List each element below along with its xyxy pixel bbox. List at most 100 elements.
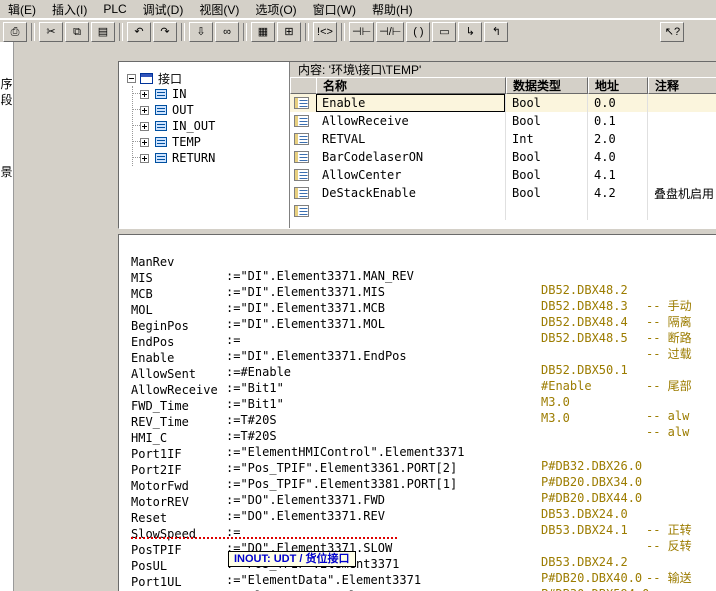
code-line[interactable]: MIS :="DI".Element3371.MIS DB52.DBX48.3 … bbox=[119, 257, 716, 273]
expand-icon[interactable] bbox=[140, 138, 149, 147]
monitor-button[interactable]: ∞ bbox=[215, 22, 239, 42]
copy-icon: ⧉ bbox=[73, 27, 81, 38]
expand-icon[interactable] bbox=[140, 106, 149, 115]
row-datatype[interactable] bbox=[506, 202, 588, 220]
row-comment[interactable] bbox=[648, 112, 716, 130]
code-line[interactable]: HMI_C :="ElementHMIControl".Element3371 … bbox=[119, 417, 716, 433]
code-line[interactable]: FWD_Time :=T#20S bbox=[119, 385, 716, 401]
declaration-row-icon bbox=[294, 97, 309, 109]
tree-item[interactable]: TEMP bbox=[133, 134, 289, 150]
code-line[interactable]: REV_Time :=T#20S bbox=[119, 401, 716, 417]
row-name[interactable]: BarCodelaserON bbox=[316, 148, 506, 166]
expand-icon[interactable] bbox=[140, 122, 149, 131]
expand-icon[interactable] bbox=[140, 90, 149, 99]
code-line[interactable]: MCB :="DI".Element3371.MCB DB52.DBX48.4 … bbox=[119, 273, 716, 289]
row-comment[interactable] bbox=[648, 166, 716, 184]
menu-item[interactable]: 视图(V) bbox=[191, 0, 247, 20]
row-name[interactable] bbox=[316, 202, 506, 220]
redo-button[interactable]: ↷ bbox=[153, 22, 177, 42]
code-line[interactable]: Port1UL :="ElementData".Element3362 P#DB… bbox=[119, 561, 716, 577]
lad-open-branch-button[interactable]: ↳ bbox=[458, 22, 482, 42]
code-line[interactable]: Reset := bbox=[119, 497, 716, 513]
code-line[interactable]: MOL :="DI".Element3371.MOL DB52.DBX48.5 … bbox=[119, 289, 716, 305]
row-comment[interactable]: 叠盘机启用 bbox=[648, 184, 716, 202]
table-row[interactable]: Enable Bool 0.0 bbox=[290, 94, 716, 112]
row-name[interactable]: Enable bbox=[316, 94, 506, 112]
lad-box-button[interactable]: ▭ bbox=[432, 22, 456, 42]
cut-button[interactable]: ✂ bbox=[39, 22, 63, 42]
table-row[interactable]: BarCodelaserON Bool 4.0 bbox=[290, 148, 716, 166]
row-comment[interactable] bbox=[648, 148, 716, 166]
row-name[interactable]: AllowCenter bbox=[316, 166, 506, 184]
menu-item[interactable]: 插入(I) bbox=[44, 0, 95, 20]
declaration-section-icon bbox=[155, 121, 167, 131]
row-comment[interactable] bbox=[648, 202, 716, 220]
table-row[interactable]: DeStackEnable Bool 4.2 叠盘机启用 bbox=[290, 184, 716, 202]
lad-close-branch-button[interactable]: ↰ bbox=[484, 22, 508, 42]
code-line[interactable]: BeginPos := bbox=[119, 305, 716, 321]
code-line[interactable]: ManRev :="DI".Element3371.MAN_REV DB52.D… bbox=[119, 241, 716, 257]
program-elements-button[interactable]: ⊞ bbox=[277, 22, 301, 42]
declaration-row-icon bbox=[294, 205, 309, 217]
code-line[interactable]: MotorREV :="DO".Element3371.REV DB53.DBX… bbox=[119, 481, 716, 497]
tree-item[interactable]: RETURN bbox=[133, 150, 289, 166]
paste-icon: ▤ bbox=[98, 27, 108, 38]
table-row[interactable]: AllowCenter Bool 4.1 bbox=[290, 166, 716, 184]
code-line[interactable]: EndPos :="DI".Element3371.EndPos DB52.DB… bbox=[119, 321, 716, 337]
row-datatype[interactable]: Int bbox=[506, 130, 588, 148]
row-comment[interactable] bbox=[648, 94, 716, 112]
lad-coil-button[interactable]: ( ) bbox=[406, 22, 430, 42]
code-line[interactable]: SlowSpeed :="DO".Element3371.SLOW DB53.D… bbox=[119, 513, 716, 529]
help-pointer-button[interactable]: ↖? bbox=[660, 22, 684, 42]
menu-item[interactable]: PLC bbox=[95, 0, 134, 18]
code-line[interactable]: AllowSent :="Bit1" M3.0 -- alw bbox=[119, 353, 716, 369]
code-line[interactable]: Port2UL :="ElementData".Element3381 P#DB… bbox=[119, 577, 716, 591]
row-name[interactable]: RETVAL bbox=[316, 130, 506, 148]
row-datatype[interactable]: Bool bbox=[506, 112, 588, 130]
menu-item[interactable]: 辑(E) bbox=[0, 0, 44, 20]
row-datatype[interactable]: Bool bbox=[506, 166, 588, 184]
tree-item[interactable]: OUT bbox=[133, 102, 289, 118]
table-row[interactable]: RETVAL Int 2.0 bbox=[290, 130, 716, 148]
row-datatype[interactable]: Bool bbox=[506, 184, 588, 202]
status-onoff-button[interactable]: !<> bbox=[313, 22, 337, 42]
code-line[interactable]: MotorFwd :="DO".Element3371.FWD DB53.DBX… bbox=[119, 465, 716, 481]
tree-item[interactable]: IN bbox=[133, 86, 289, 102]
collapse-icon[interactable] bbox=[127, 74, 136, 83]
row-datatype[interactable]: Bool bbox=[506, 94, 588, 112]
code-line[interactable]: Port1IF :="Pos_TPIF".Element3361.PORT[2]… bbox=[119, 433, 716, 449]
tree-item[interactable]: IN_OUT bbox=[133, 118, 289, 134]
paste-button[interactable]: ▤ bbox=[91, 22, 115, 42]
print-button[interactable]: ⎙ bbox=[3, 22, 27, 42]
code-line[interactable]: PosUL :="ElementData".Element3371 P#DB30… bbox=[119, 545, 716, 561]
table-row[interactable]: AllowReceive Bool 0.1 bbox=[290, 112, 716, 130]
row-address: 4.0 bbox=[588, 148, 648, 166]
row-icon-cell bbox=[290, 94, 316, 112]
lad-contact-no-button[interactable]: ⊣⊢ bbox=[349, 22, 374, 42]
menu-item[interactable]: 调试(D) bbox=[135, 0, 192, 20]
overview-button[interactable]: ▦ bbox=[251, 22, 275, 42]
header-address[interactable]: 地址 bbox=[588, 77, 648, 94]
row-name[interactable]: DeStackEnable bbox=[316, 184, 506, 202]
expand-icon[interactable] bbox=[140, 154, 149, 163]
row-comment[interactable] bbox=[648, 130, 716, 148]
copy-button[interactable]: ⧉ bbox=[65, 22, 89, 42]
menu-item[interactable]: 帮助(H) bbox=[364, 0, 421, 20]
lad-contact-nc-button[interactable]: ⊣/⊢ bbox=[376, 22, 404, 42]
row-datatype[interactable]: Bool bbox=[506, 148, 588, 166]
tooltip-text: INOUT: UDT / 货位接口 bbox=[234, 553, 350, 565]
table-row[interactable] bbox=[290, 202, 716, 220]
menu-item[interactable]: 选项(O) bbox=[247, 0, 304, 20]
undo-button[interactable]: ↶ bbox=[127, 22, 151, 42]
header-name[interactable]: 名称 bbox=[316, 77, 506, 94]
row-name[interactable]: AllowReceive bbox=[316, 112, 506, 130]
code-line[interactable]: Port2IF :="Pos_TPIF".Element3381.PORT[1]… bbox=[119, 449, 716, 465]
clipped-label-background: 景 bbox=[0, 164, 13, 180]
header-datatype[interactable]: 数据类型 bbox=[506, 77, 588, 94]
code-line[interactable]: AllowReceive :="Bit1" M3.0 -- alw bbox=[119, 369, 716, 385]
tree-item-interface[interactable]: 接口 bbox=[119, 70, 289, 86]
code-line[interactable]: Enable :=#Enable #Enable bbox=[119, 337, 716, 353]
download-button[interactable]: ⇩ bbox=[189, 22, 213, 42]
menu-item[interactable]: 窗口(W) bbox=[305, 0, 364, 20]
header-comment[interactable]: 注释 bbox=[648, 77, 716, 94]
